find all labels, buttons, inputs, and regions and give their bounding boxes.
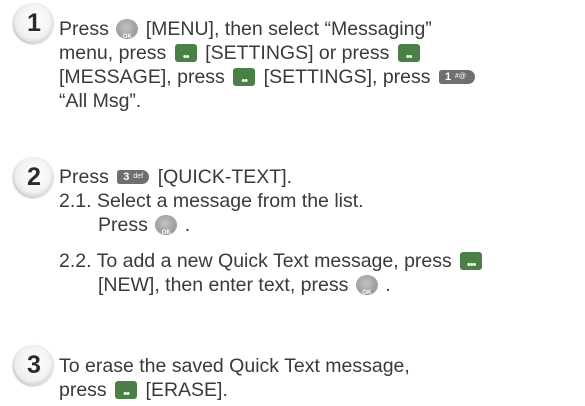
step-number: 2	[27, 163, 41, 191]
step-1-text: Press [MENU], then select “Messaging” me…	[59, 17, 478, 113]
right-soft-key-icon	[115, 381, 138, 406]
step-number-badge: 1	[14, 3, 54, 43]
right-soft-key-icon	[397, 44, 420, 69]
step-number-badge: 3	[14, 345, 54, 385]
step-3-line-2: press [ERASE].	[59, 378, 410, 406]
step-1-line-1: Press [MENU], then select “Messaging”	[59, 17, 478, 49]
sub-item-2-2: 2.2. To add a new Quick Text message, pr…	[59, 249, 485, 305]
right-soft-key-icon	[174, 44, 197, 69]
step-3-text: To erase the saved Quick Text message, p…	[59, 354, 410, 406]
ok-key-icon	[356, 276, 377, 305]
ok-key-icon	[117, 20, 138, 49]
step-1-line-4: “All Msg”.	[59, 90, 142, 112]
one-key-icon: 1 #@	[438, 70, 475, 84]
left-soft-key-icon	[460, 252, 483, 277]
sub-item-2-1: 2.1. Select a message from the list. Pre…	[59, 189, 485, 245]
step-2-main-line: Press 3 def [QUICK-TEXT].	[59, 166, 293, 188]
three-key-icon: 3 def	[117, 170, 150, 184]
step-number-badge: 2	[14, 157, 54, 197]
step-2-text: Press 3 def [QUICK-TEXT]. 2.1. Select a …	[59, 165, 485, 305]
step-number: 1	[27, 9, 41, 37]
step-3-line-1: To erase the saved Quick Text message,	[59, 355, 410, 377]
ok-key-icon	[156, 216, 177, 245]
right-soft-key-icon	[233, 68, 256, 93]
step-number: 3	[27, 351, 41, 379]
